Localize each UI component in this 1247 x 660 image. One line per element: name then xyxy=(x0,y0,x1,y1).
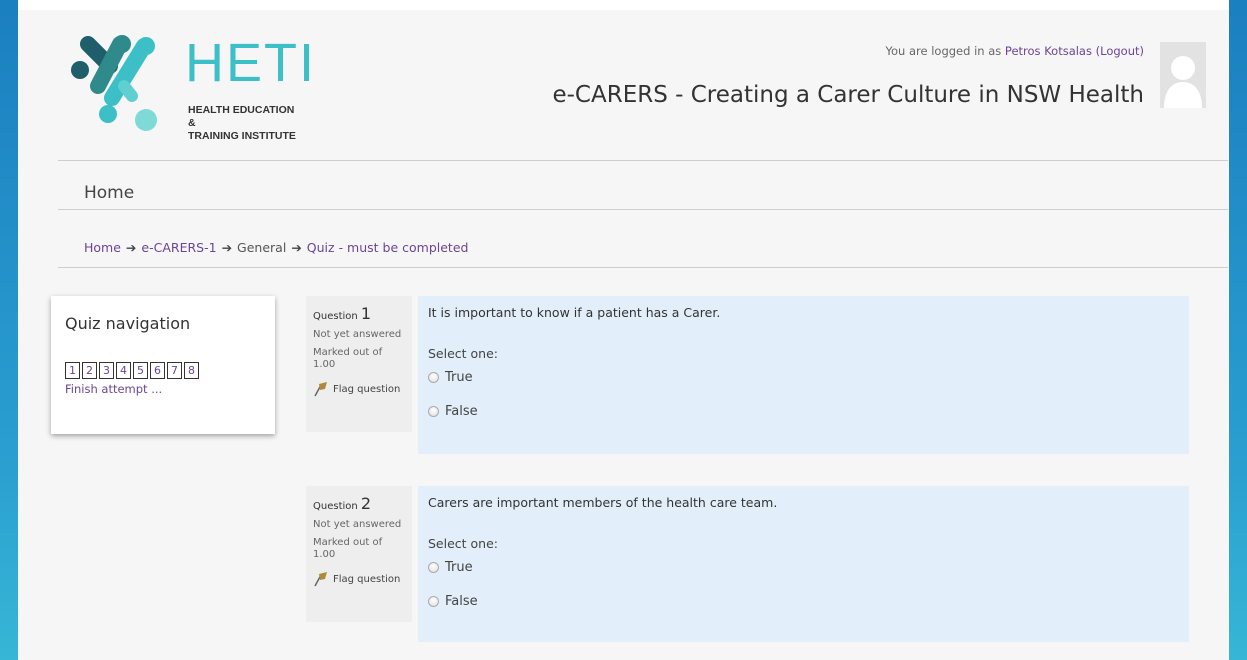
question-label: Question xyxy=(313,311,358,322)
quiz-navigation-block: Quiz navigation 1 2 3 4 5 6 7 8 Finish a… xyxy=(51,296,275,434)
login-prefix: You are logged in as xyxy=(885,44,1005,58)
flag-question-button[interactable]: Flag question xyxy=(313,571,406,587)
quiz-nav-button-2[interactable]: 2 xyxy=(82,362,97,379)
left-border xyxy=(0,0,18,660)
breadcrumb-separator: ➔ xyxy=(291,240,302,255)
quiz-navigation-buttons: 1 2 3 4 5 6 7 8 xyxy=(65,362,199,379)
breadcrumb-home[interactable]: Home xyxy=(84,240,121,255)
question-state: Not yet answered xyxy=(313,519,402,530)
logo-subtitle-line: TRAINING INSTITUTE xyxy=(188,130,296,142)
answer-option-false[interactable]: False xyxy=(428,591,1179,611)
login-info: You are logged in as Petros Kotsalas (Lo… xyxy=(885,44,1144,58)
header-divider xyxy=(58,160,1228,161)
logo-subtitle-line: HEALTH EDUCATION & xyxy=(188,104,295,129)
nav-divider xyxy=(58,209,1228,210)
user-name-link[interactable]: Petros Kotsalas xyxy=(1005,44,1092,58)
logo-wordmark: HETI xyxy=(185,33,317,93)
radio-button[interactable] xyxy=(428,561,439,573)
breadcrumb: Home ➔ e-CARERS-1 ➔ General ➔ Quiz - must be c… xyxy=(84,240,468,255)
quiz-nav-button-6[interactable]: 6 xyxy=(150,362,165,379)
question-2-info: Question 2 Not yet answered Marked out o… xyxy=(306,486,412,622)
breadcrumb-course[interactable]: e-CARERS-1 xyxy=(141,240,216,255)
question-1-content: It is important to know if a patient has… xyxy=(418,296,1189,454)
option-label: False xyxy=(445,593,478,609)
heti-logo-icon xyxy=(71,35,157,131)
breadcrumb-separator: ➔ xyxy=(221,240,233,255)
heti-logo[interactable]: HETI HEALTH EDUCATION & TRAINING INSTITU… xyxy=(60,24,314,142)
quiz-nav-button-4[interactable]: 4 xyxy=(116,362,131,379)
question-grade: Marked out of 1.00 xyxy=(313,347,383,370)
answer-option-true[interactable]: True xyxy=(428,557,1179,577)
logo-subtitle: HEALTH EDUCATION & TRAINING INSTITUTE xyxy=(188,104,300,143)
finish-attempt-link[interactable]: Finish attempt ... xyxy=(65,382,162,396)
question-number-value: 2 xyxy=(360,494,372,513)
quiz-nav-button-3[interactable]: 3 xyxy=(99,362,114,379)
answer-option-false[interactable]: False xyxy=(428,401,1179,421)
radio-button[interactable] xyxy=(428,371,439,383)
question-number: Question 2 xyxy=(313,494,406,513)
quiz-nav-button-5[interactable]: 5 xyxy=(133,362,148,379)
flag-question-button[interactable]: Flag question xyxy=(313,381,406,397)
radio-button[interactable] xyxy=(428,595,439,607)
breadcrumb-section: General xyxy=(237,240,287,255)
breadcrumb-divider xyxy=(58,267,1228,268)
right-border xyxy=(1229,0,1247,660)
question-2-content: Carers are important members of the heal… xyxy=(418,486,1189,642)
flag-question-label: Flag question xyxy=(333,573,401,585)
option-label: True xyxy=(445,559,473,575)
quiz-nav-button-8[interactable]: 8 xyxy=(184,362,199,379)
question-label: Question xyxy=(313,501,358,512)
quiz-nav-button-1[interactable]: 1 xyxy=(65,362,80,379)
flag-question-label: Flag question xyxy=(333,383,401,395)
breadcrumb-separator: ➔ xyxy=(125,240,137,255)
user-silhouette-icon xyxy=(1164,56,1202,108)
nav-home[interactable]: Home xyxy=(84,183,134,203)
radio-button[interactable] xyxy=(428,405,439,417)
option-label: False xyxy=(445,403,478,419)
breadcrumb-quiz[interactable]: Quiz - must be completed xyxy=(307,240,469,255)
question-text: It is important to know if a patient has… xyxy=(428,305,721,320)
select-one-prompt: Select one: xyxy=(428,536,499,551)
quiz-nav-button-7[interactable]: 7 xyxy=(167,362,182,379)
flag-icon xyxy=(314,572,327,587)
question-number: Question 1 xyxy=(313,304,406,323)
flag-icon xyxy=(314,382,327,397)
question-number-value: 1 xyxy=(360,304,372,323)
avatar[interactable] xyxy=(1160,42,1206,108)
question-text: Carers are important members of the heal… xyxy=(428,495,778,510)
option-label: True xyxy=(445,369,473,385)
select-one-prompt: Select one: xyxy=(428,346,499,361)
answer-option-true[interactable]: True xyxy=(428,367,1179,387)
question-grade: Marked out of 1.00 xyxy=(313,537,383,560)
question-state: Not yet answered xyxy=(313,329,402,340)
logout-link[interactable]: (Logout) xyxy=(1096,44,1144,58)
site-title: e-CARERS - Creating a Carer Culture in N… xyxy=(552,82,1144,108)
quiz-navigation-title: Quiz navigation xyxy=(65,314,191,333)
question-1-info: Question 1 Not yet answered Marked out o… xyxy=(306,296,412,432)
